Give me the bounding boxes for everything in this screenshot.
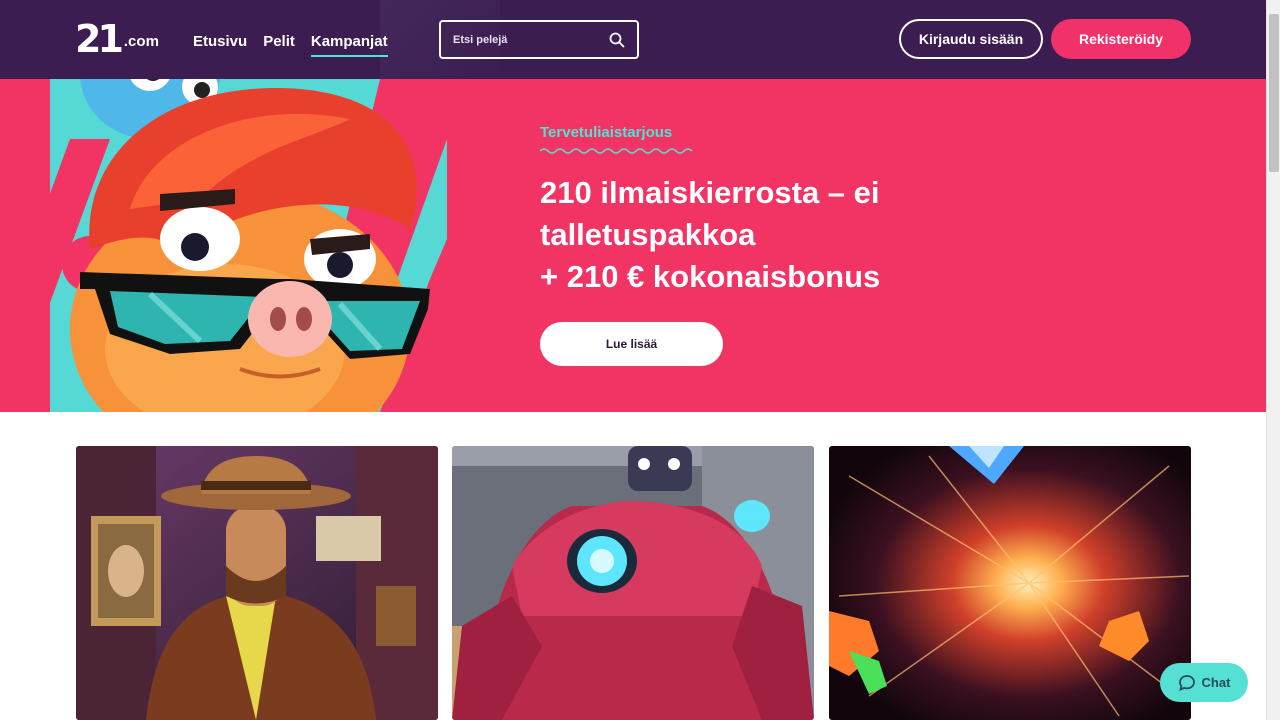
site-header: 21 .com Etusivu Pelit Kampanjat Kirjaudu… [0,0,1266,79]
welcome-offer-banner: Tervetuliaistarjous 210 ilmaiskierrosta … [0,79,1266,412]
promo-title-line-1: 210 ilmaiskierrosta – ei [540,175,880,210]
scrollbar-thumb[interactable] [1269,14,1279,172]
nav-item-games[interactable]: Pelit [263,33,295,54]
explorer-game-art [76,446,438,720]
squiggle-underline [540,148,693,154]
nav-item-campaigns[interactable]: Kampanjat [310,33,388,57]
nav-item-home[interactable]: Etusivu [193,33,247,54]
game-card-robot[interactable] [452,446,814,720]
robot-game-art [452,446,814,720]
promo-label: Tervetuliaistarjous [540,124,673,141]
chat-button[interactable]: Chat [1160,663,1248,702]
search-box [439,20,639,59]
promo-title-line-3: + 210 € kokonaisbonus [540,259,881,294]
login-button[interactable]: Kirjaudu sisään [899,19,1043,59]
read-more-button[interactable]: Lue lisää [540,322,723,366]
game-card-gems[interactable] [829,446,1191,720]
register-button[interactable]: Rekisteröidy [1051,19,1191,59]
page-scrollbar[interactable] [1266,0,1280,720]
search-icon[interactable] [609,32,625,48]
gems-game-art [829,446,1191,720]
chat-bubble-icon [1178,674,1195,691]
site-logo[interactable]: 21 .com [75,20,159,58]
search-input[interactable] [453,33,609,46]
main-nav: Etusivu Pelit Kampanjat [193,33,388,57]
chat-label: Chat [1201,675,1231,690]
promo-title-line-2: talletuspakkoa [540,217,756,252]
pig-mascot-illustration [50,79,447,412]
logo-suffix: .com [123,33,159,50]
logo-mark: 21 [75,17,124,61]
promo-title: 210 ilmaiskierrosta – ei talletuspakkoa … [540,172,1000,298]
game-card-explorer[interactable] [76,446,438,720]
